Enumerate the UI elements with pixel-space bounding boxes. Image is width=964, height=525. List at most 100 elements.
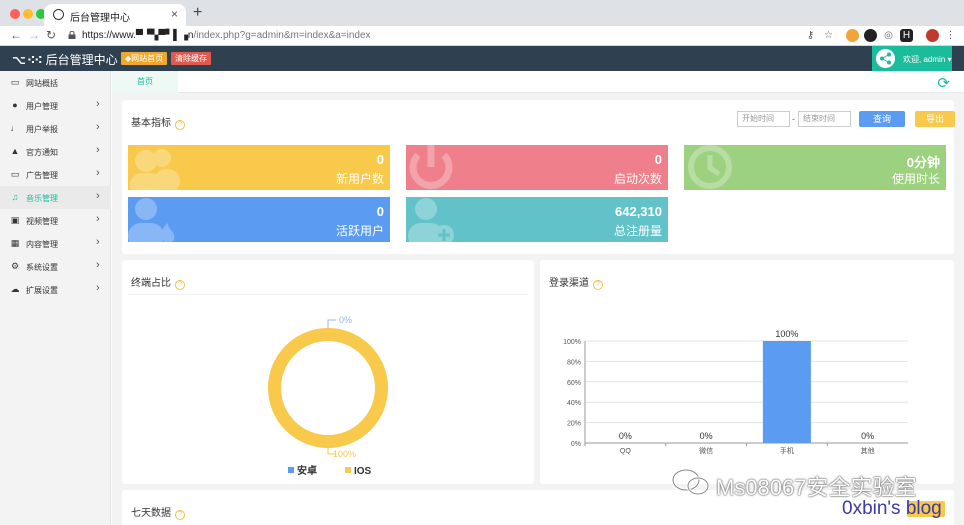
chevron-right-icon: › — [96, 167, 100, 179]
power-icon — [409, 145, 453, 189]
sidebar-item-reports[interactable]: ♩ 用户举报 › — [0, 117, 111, 140]
logo-mark: ⌥ ⁖⁖ — [12, 53, 43, 67]
profile-avatar-icon[interactable] — [926, 29, 939, 42]
stat-value: 642,310 — [615, 204, 662, 219]
basic-indicators-panel: 基本指标? 开始时间 - 结束时间 查询 导出 0 新用户数 0 启动次数 0分… — [122, 100, 955, 254]
forward-icon[interactable]: → — [28, 28, 40, 42]
app-header: ⌥ ⁖⁖ 后台管理中心 ◆网站首页 清除缓存 — [0, 46, 964, 71]
legend-label: IOS — [354, 466, 372, 477]
window-minimize-dot[interactable] — [23, 9, 33, 19]
help-icon[interactable]: ? — [175, 510, 185, 520]
extension-h-icon[interactable]: H — [900, 29, 913, 42]
reload-icon[interactable]: ↻ — [46, 28, 56, 42]
chevron-right-icon: › — [96, 121, 100, 133]
stat-value: 0分钟 — [906, 155, 940, 170]
sidebar-item-label: 用户举报 — [26, 125, 58, 134]
sidebar-item-label: 网站概括 — [26, 79, 58, 88]
panel-title: 七天数据? — [131, 504, 185, 520]
back-icon[interactable]: ← — [10, 28, 22, 42]
legend-swatch — [288, 467, 294, 473]
extension-eye-icon[interactable]: ◎ — [882, 29, 895, 42]
history-clock-icon — [688, 145, 732, 189]
sidebar-item-label: 系统设置 — [26, 263, 58, 272]
extension-shield-icon[interactable] — [864, 29, 877, 42]
sidebar-item-label: 广告管理 — [26, 171, 58, 180]
sidebar-item-ads[interactable]: ▭ 广告管理 › — [0, 163, 111, 186]
new-tab-icon[interactable]: + — [193, 4, 202, 22]
sidebar-item-video[interactable]: ▣ 视频管理 › — [0, 209, 111, 232]
help-icon[interactable]: ? — [175, 120, 185, 130]
query-button[interactable]: 查询 — [859, 111, 905, 127]
bell-icon: ▲ — [10, 146, 20, 156]
microphone-icon: ♩ — [10, 123, 20, 133]
bar-data-label: 100% — [775, 329, 798, 339]
user-plus-icon — [408, 198, 454, 242]
url-field[interactable]: https://www.▀▝▚▀▘▌▗n/index.php?g=admin&m… — [82, 30, 371, 41]
user-fire-icon — [128, 198, 175, 242]
browser-tab[interactable]: 后台管理中心 × — [44, 4, 186, 26]
sidebar: ▭ 网站概括 ● 用户管理 › ♩ 用户举报 › ▲ 官方通知 › ▭ 广告管理… — [0, 71, 111, 525]
star-icon[interactable]: ☆ — [822, 29, 835, 42]
chevron-right-icon: › — [96, 282, 100, 294]
tab-home[interactable]: 首页 — [112, 71, 178, 93]
sidebar-item-label: 内容管理 — [26, 240, 58, 249]
chevron-right-icon: › — [96, 213, 100, 225]
window-close-dot[interactable] — [10, 9, 20, 19]
sidebar-item-notices[interactable]: ▲ 官方通知 › — [0, 140, 111, 163]
extension-cookie-icon[interactable] — [846, 29, 859, 42]
main-content: 首页 ⟳ 基本指标? 开始时间 - 结束时间 查询 导出 0 新用户数 0 启动… — [112, 71, 964, 525]
sidebar-item-label: 用户管理 — [26, 102, 58, 111]
address-bar: ← → ↻ https://www.▀▝▚▀▘▌▗n/index.php?g=a… — [0, 26, 964, 46]
monitor-icon: ▭ — [10, 77, 20, 87]
x-tick-label: 其他 — [861, 446, 875, 455]
stat-card-new-users: 0 新用户数 — [128, 145, 390, 190]
y-tick-label: 100% — [563, 339, 581, 346]
bar-data-label: 0% — [861, 431, 874, 441]
chevron-right-icon: › — [96, 259, 100, 271]
clear-cache-button[interactable]: 清除缓存 — [171, 52, 211, 65]
stat-card-active-users: 0 活跃用户 — [128, 197, 390, 242]
url-host: https://www.▀▝▚▀▘▌▗n — [82, 30, 194, 41]
bar-data-label: 0% — [700, 431, 713, 441]
sidebar-item-content[interactable]: ▦ 内容管理 › — [0, 232, 111, 255]
label-leader-line — [327, 319, 336, 328]
share-icon — [876, 49, 895, 68]
stat-label: 使用时长 — [891, 172, 940, 186]
donut-slice — [268, 328, 388, 448]
chevron-right-icon: › — [96, 236, 100, 248]
monitor-icon: ▭ — [10, 169, 20, 179]
sidebar-item-label: 音乐管理 — [26, 194, 58, 203]
grid-icon: ▦ — [10, 238, 20, 248]
x-tick-label: 微信 — [699, 446, 713, 455]
app-title: 后台管理中心 — [45, 53, 118, 67]
stat-label: 活跃用户 — [335, 224, 384, 238]
slice-label: 100% — [333, 449, 356, 459]
export-button[interactable]: 导出 — [915, 111, 955, 127]
terminal-share-panel: 终端占比? 0% 100% 安卓 IOS — [122, 260, 534, 484]
stat-card-launches: 0 启动次数 — [406, 145, 668, 190]
sidebar-item-system[interactable]: ⚙ 系统设置 › — [0, 255, 111, 278]
stat-value: 0 — [376, 204, 384, 219]
user-menu[interactable]: 欢迎, admin ▾ — [872, 46, 952, 71]
cloud-icon: ☁ — [10, 284, 20, 294]
stat-label: 启动次数 — [613, 172, 662, 186]
sidebar-item-music[interactable]: ♫ 音乐管理 › — [0, 186, 111, 209]
users-icon — [130, 149, 180, 190]
sidebar-item-extensions[interactable]: ☁ 扩展设置 › — [0, 278, 111, 301]
start-date-input[interactable]: 开始时间 — [737, 111, 790, 127]
sidebar-item-label: 视频管理 — [26, 217, 58, 226]
music-icon: ♫ — [11, 192, 19, 202]
site-home-button[interactable]: ◆网站首页 — [121, 52, 168, 65]
panel-title-text: 基本指标 — [131, 118, 171, 129]
sidebar-item-users[interactable]: ● 用户管理 › — [0, 94, 111, 117]
legend-swatch — [345, 467, 351, 473]
tab-close-icon[interactable]: × — [171, 7, 178, 21]
sidebar-item-overview[interactable]: ▭ 网站概括 — [0, 71, 111, 94]
key-icon[interactable]: ⚷ — [804, 29, 817, 42]
browser-menu-icon[interactable]: ⋮ — [944, 29, 957, 42]
end-date-input[interactable]: 结束时间 — [798, 111, 851, 127]
slice-label: 0% — [339, 315, 352, 325]
chevron-right-icon: › — [96, 190, 100, 202]
login-channel-panel: 登录渠道? 0% 20% 40% 60% 80% 100% 0% QQ 0% 微信 100% 手机 0%… — [540, 260, 954, 484]
refresh-icon[interactable]: ⟳ — [937, 74, 950, 92]
